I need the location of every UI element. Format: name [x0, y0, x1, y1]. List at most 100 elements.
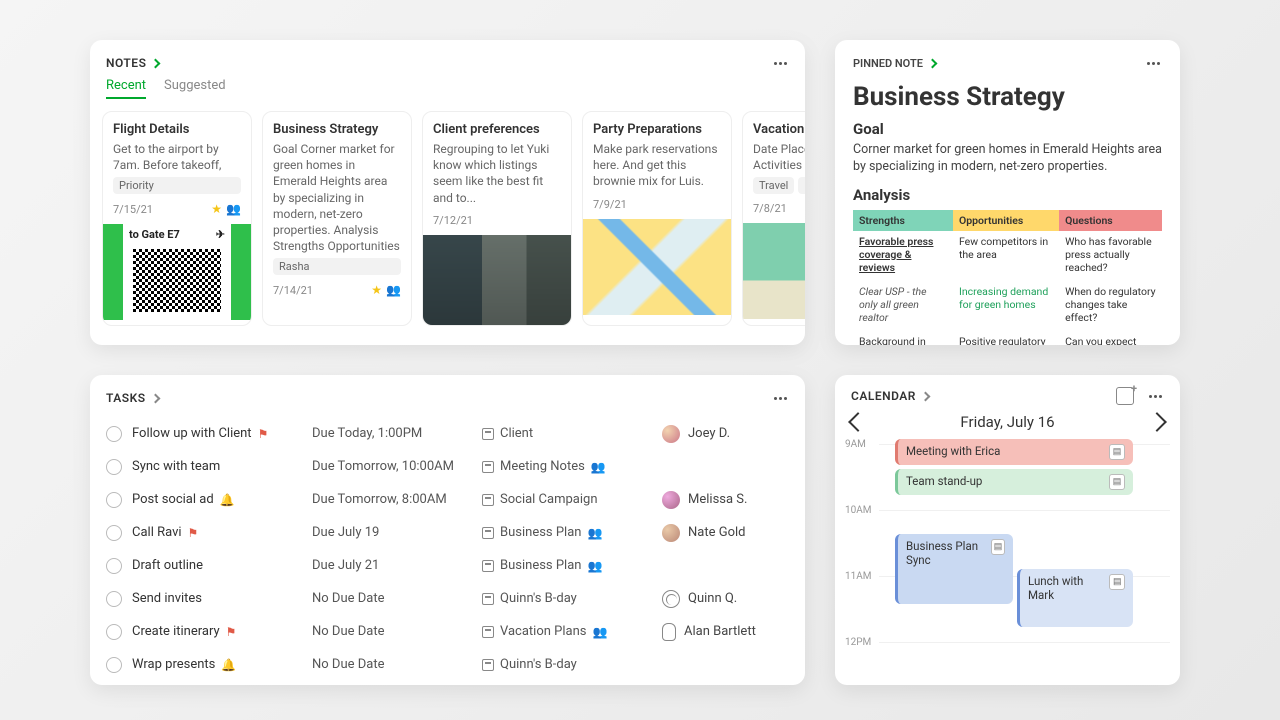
avatar — [662, 590, 680, 608]
task-note-link[interactable]: Quinn's B-day — [500, 591, 577, 606]
task-title: Call Ravi — [132, 525, 182, 540]
table-cell: When do regulatory changes take effect? — [1059, 279, 1162, 329]
notes-widget: NOTES Recent Suggested Flight Details Ge… — [90, 40, 805, 345]
event-title: Lunch with Mark — [1028, 574, 1109, 602]
calendar-event[interactable]: Meeting with Erica▤ — [895, 439, 1133, 465]
calendar-event[interactable]: Lunch with Mark▤ — [1017, 569, 1133, 627]
star-icon: ★ — [371, 283, 382, 297]
new-event-button[interactable] — [1116, 387, 1134, 405]
table-cell: Clear USP - the only all green realtor — [853, 279, 953, 329]
table-cell: Background in — [853, 329, 953, 345]
note-card-strategy[interactable]: Business Strategy Goal Corner market for… — [262, 111, 412, 326]
task-title: Post social ad — [132, 492, 214, 507]
task-due: No Due Date — [312, 591, 482, 606]
note-date: 7/9/21 — [593, 198, 627, 211]
task-row[interactable]: Wrap presents 🔔 No Due Date Quinn's B-da… — [106, 648, 789, 681]
calendar-event[interactable]: Business Plan Sync▤ — [895, 534, 1013, 604]
task-title: Send invites — [132, 591, 202, 606]
tasks-widget: TASKS Follow up with Client ⚑ Due Today,… — [90, 375, 805, 685]
notes-title-link[interactable]: NOTES — [106, 56, 159, 70]
note-link-icon — [482, 494, 494, 506]
calendar-date: Friday, July 16 — [960, 413, 1054, 431]
task-row[interactable]: Create itinerary ⚑ No Due Date Vacation … — [106, 615, 789, 648]
event-note-icon[interactable]: ▤ — [1109, 444, 1125, 460]
task-note-link[interactable]: Business Plan — [500, 558, 581, 573]
task-note-link[interactable]: Vacation Plans — [500, 624, 587, 639]
task-title: Wrap presents — [132, 657, 215, 672]
table-cell: Few competitors in the area — [953, 231, 1059, 280]
task-checkbox[interactable] — [106, 657, 122, 673]
avatar — [662, 491, 680, 509]
next-day-button[interactable] — [1147, 412, 1167, 432]
reminder-icon: 🔔 — [221, 658, 236, 672]
note-card-vacation[interactable]: Vacation Iti Date Place | Activities 5/ … — [742, 111, 805, 326]
task-row[interactable]: Send invites No Due Date Quinn's B-day Q… — [106, 582, 789, 615]
note-card-flight[interactable]: Flight Details Get to the airport by 7am… — [102, 111, 252, 326]
prev-day-button[interactable] — [848, 412, 868, 432]
tasks-title-link[interactable]: TASKS — [106, 391, 159, 405]
event-title: Team stand-up — [906, 474, 982, 488]
note-date: 7/14/21 — [273, 284, 313, 297]
pinned-label: PINNED NOTE — [853, 57, 923, 70]
task-row[interactable]: Follow up with Client ⚑ Due Today, 1:00P… — [106, 417, 789, 450]
chevron-right-icon — [150, 393, 160, 403]
task-due: Due Today, 1:00PM — [312, 426, 482, 441]
chevron-right-icon — [151, 58, 161, 68]
event-note-icon[interactable]: ▤ — [1109, 474, 1125, 490]
task-checkbox[interactable] — [106, 558, 122, 574]
hour-label: 10AM — [845, 505, 872, 516]
note-card-client[interactable]: Client preferences Regrouping to let Yuk… — [422, 111, 572, 326]
shared-icon: 👥 — [226, 202, 241, 216]
hour-line — [879, 642, 1170, 643]
calendar-event[interactable]: Team stand-up ▤ — [895, 469, 1133, 495]
calendar-title-link[interactable]: CALENDAR — [851, 389, 929, 403]
task-title: Create itinerary — [132, 624, 220, 639]
note-title: Party Preparations — [593, 122, 721, 137]
flag-icon: ⚑ — [188, 526, 199, 540]
task-checkbox[interactable] — [106, 624, 122, 640]
table-cell: Can you expect more — [1059, 329, 1162, 345]
tab-suggested[interactable]: Suggested — [164, 78, 226, 99]
shared-icon: 👥 — [587, 559, 602, 573]
col-questions: Questions — [1059, 210, 1162, 231]
calendar-more-button[interactable] — [1146, 387, 1164, 405]
pinned-more-button[interactable] — [1144, 54, 1162, 72]
calendar-grid: 9AM10AM11AM12PMMeeting with Erica▤Team s… — [845, 439, 1170, 657]
task-checkbox[interactable] — [106, 459, 122, 475]
note-card-party[interactable]: Party Preparations Make park reservation… — [582, 111, 732, 326]
event-note-icon[interactable]: ▤ — [991, 539, 1005, 555]
task-checkbox[interactable] — [106, 525, 122, 541]
task-note-link[interactable]: Social Campaign — [500, 492, 598, 507]
gate-label: to Gate E7 — [129, 228, 180, 241]
task-row[interactable]: Sync with team Due Tomorrow, 10:00AM Mee… — [106, 450, 789, 483]
shared-icon: 👥 — [386, 283, 401, 297]
note-body: Regrouping to let Yuki know which listin… — [433, 141, 561, 206]
avatar — [662, 623, 676, 641]
note-title: Client preferences — [433, 122, 561, 137]
assignee-name: Quinn Q. — [688, 591, 737, 606]
pinned-title-link[interactable]: PINNED NOTE — [853, 57, 936, 70]
note-link-icon — [482, 527, 494, 539]
task-checkbox[interactable] — [106, 591, 122, 607]
event-note-icon[interactable]: ▤ — [1109, 574, 1125, 590]
table-cell: Increasing demand for green homes — [953, 279, 1059, 329]
task-note-link[interactable]: Client — [500, 426, 533, 441]
task-note-link[interactable]: Quinn's B-day — [500, 657, 577, 672]
pinned-note-title: Business Strategy — [853, 82, 1162, 112]
task-note-link[interactable]: Business Plan — [500, 525, 581, 540]
notes-more-button[interactable] — [771, 54, 789, 72]
shared-icon: 👥 — [593, 625, 608, 639]
note-link-icon — [482, 626, 494, 638]
notes-cards-row: Flight Details Get to the airport by 7am… — [90, 111, 805, 326]
tasks-more-button[interactable] — [771, 389, 789, 407]
task-row[interactable]: Draft outline Due July 21 Business Plan … — [106, 549, 789, 582]
reminder-icon: 🔔 — [220, 493, 235, 507]
task-checkbox[interactable] — [106, 426, 122, 442]
shared-icon: 👥 — [587, 526, 602, 540]
task-note-link[interactable]: Meeting Notes — [500, 459, 585, 474]
task-row[interactable]: Call Ravi ⚑ Due July 19 Business Plan 👥 … — [106, 516, 789, 549]
task-checkbox[interactable] — [106, 492, 122, 508]
tab-recent[interactable]: Recent — [106, 78, 146, 99]
task-due: Due Tomorrow, 10:00AM — [312, 459, 482, 474]
task-row[interactable]: Post social ad 🔔 Due Tomorrow, 8:00AM So… — [106, 483, 789, 516]
